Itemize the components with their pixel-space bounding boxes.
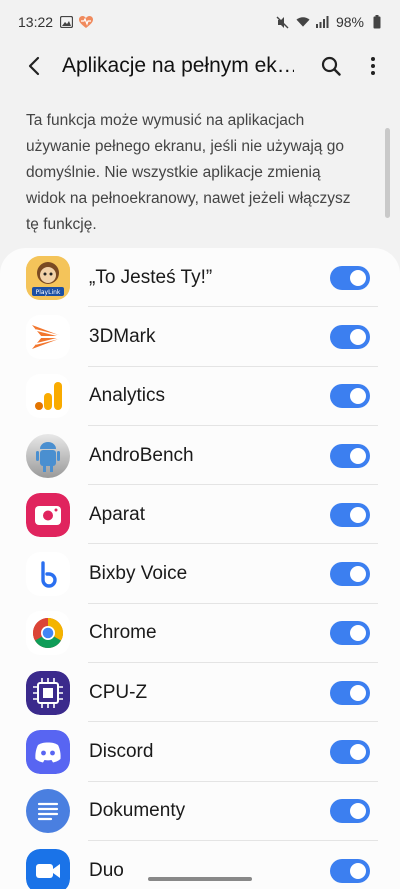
chrome-icon <box>26 611 70 656</box>
toggle-knob <box>348 742 368 763</box>
fullscreen-toggle[interactable] <box>330 740 370 765</box>
app-name: Aparat <box>89 503 145 525</box>
health-heart-icon <box>79 15 94 29</box>
app-name: Duo <box>89 859 124 881</box>
app-name: AndroBench <box>89 444 194 466</box>
back-arrow-icon <box>28 56 40 76</box>
battery-icon <box>370 15 384 29</box>
more-vert-icon <box>371 57 375 75</box>
status-time: 13:22 <box>18 14 54 30</box>
app-bar: Aplikacje na pełnym ek… <box>0 44 400 88</box>
to-jestes-ty-icon: PlayLink <box>26 255 70 300</box>
app-list: PlayLink „To Jesteś Ty!” 3DMark Analytics An… <box>0 248 400 889</box>
gallery-icon <box>59 15 73 29</box>
fullscreen-toggle[interactable] <box>330 562 370 587</box>
camera-icon <box>26 492 70 537</box>
app-row[interactable]: Discord <box>0 722 400 782</box>
toggle-knob <box>348 682 368 703</box>
app-name: „To Jesteś Ty!” <box>89 266 213 288</box>
search-button[interactable] <box>310 44 352 88</box>
fullscreen-toggle[interactable] <box>330 502 370 527</box>
app-row[interactable]: AndroBench <box>0 426 400 486</box>
scrollbar-thumb[interactable] <box>385 128 390 218</box>
fullscreen-toggle[interactable] <box>330 324 370 349</box>
page-title: Aplikacje na pełnym ek… <box>62 54 294 77</box>
signal-icon <box>316 15 330 29</box>
toggle-knob <box>348 801 368 822</box>
fullscreen-toggle[interactable] <box>330 621 370 646</box>
app-row[interactable]: CPU-Z <box>0 663 400 723</box>
app-row[interactable]: PlayLink „To Jesteś Ty!” <box>0 248 400 308</box>
fullscreen-toggle[interactable] <box>330 858 370 883</box>
app-name: CPU-Z <box>89 681 148 703</box>
analytics-icon <box>26 374 70 419</box>
app-name: Bixby Voice <box>89 563 188 585</box>
toggle-knob <box>348 564 368 585</box>
fullscreen-toggle[interactable] <box>330 265 370 290</box>
app-row[interactable]: Duo <box>0 841 400 889</box>
app-row[interactable]: Aparat <box>0 485 400 545</box>
toggle-knob <box>348 860 368 881</box>
app-row[interactable]: Bixby Voice <box>0 544 400 604</box>
app-row[interactable]: Dokumenty <box>0 782 400 841</box>
wifi-icon <box>296 15 310 29</box>
mute-icon <box>276 15 290 29</box>
fullscreen-toggle[interactable] <box>330 680 370 705</box>
back-button[interactable] <box>10 44 58 88</box>
app-bar-actions <box>310 44 394 88</box>
toggle-knob <box>348 326 368 347</box>
navigation-gesture-bar[interactable] <box>148 877 252 881</box>
toggle-knob <box>348 386 368 407</box>
battery-percentage: 98% <box>335 14 364 30</box>
discord-icon <box>26 730 70 775</box>
3dmark-icon <box>26 314 70 359</box>
app-name: Chrome <box>89 622 157 644</box>
toggle-knob <box>348 504 368 525</box>
status-right: 98% <box>276 14 384 30</box>
app-row[interactable]: Analytics <box>0 367 400 426</box>
docs-icon <box>26 789 70 834</box>
duo-icon <box>26 848 70 889</box>
cpu-z-icon <box>26 670 70 715</box>
status-left: 13:22 <box>18 14 94 30</box>
fullscreen-toggle[interactable] <box>330 799 370 824</box>
app-name: 3DMark <box>89 325 156 347</box>
description-text: Ta funkcja może wymusić na aplikacjach u… <box>26 112 351 233</box>
app-row[interactable]: 3DMark <box>0 307 400 367</box>
search-icon <box>321 56 341 76</box>
app-row[interactable]: Chrome <box>0 604 400 664</box>
fullscreen-toggle[interactable] <box>330 443 370 468</box>
svg-text:PlayLink: PlayLink <box>36 289 61 296</box>
bixby-icon <box>26 552 70 597</box>
app-name: Analytics <box>89 385 166 407</box>
androbench-icon <box>26 433 70 478</box>
status-bar: 13:22 98% <box>0 0 400 44</box>
more-options-button[interactable] <box>352 44 394 88</box>
toggle-knob <box>348 445 368 466</box>
app-name: Dokumenty <box>89 800 186 822</box>
toggle-knob <box>348 623 368 644</box>
fullscreen-toggle[interactable] <box>330 384 370 409</box>
toggle-knob <box>348 267 368 288</box>
app-name: Discord <box>89 741 154 763</box>
